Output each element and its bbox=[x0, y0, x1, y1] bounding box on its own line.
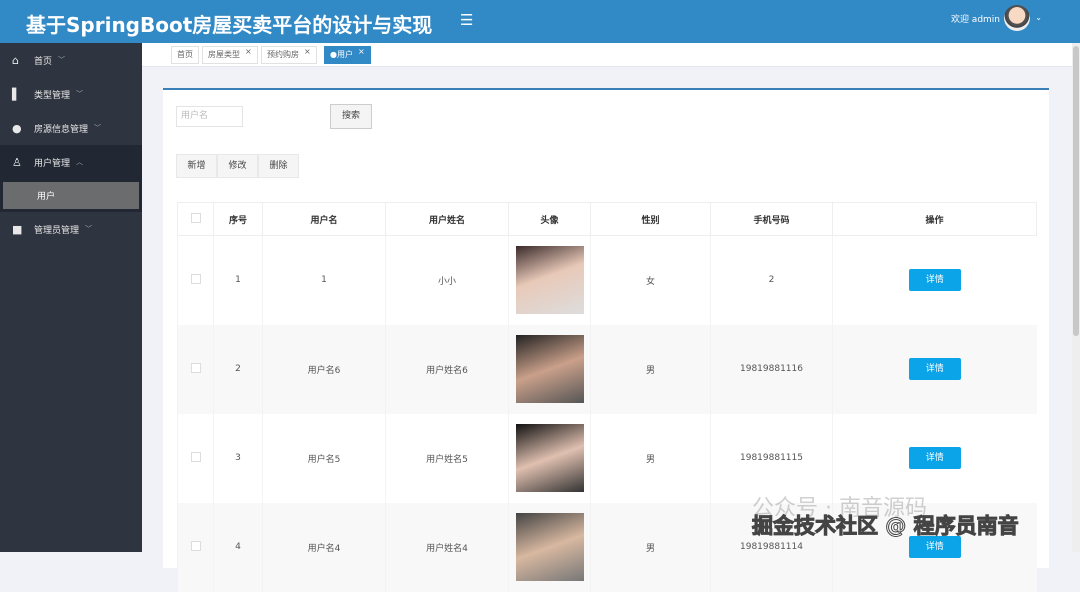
cell-gender: 男 bbox=[590, 413, 711, 503]
tab-house-type[interactable]: 房屋类型 × bbox=[202, 46, 258, 64]
watermark: 掘金技术社区 @ 程序员南音 bbox=[752, 514, 1020, 539]
col-header: 用户名 bbox=[262, 202, 386, 236]
tab-bar: 首页 房屋类型 × 预约购房 × ●用户 × bbox=[142, 43, 1080, 67]
sidebar-item-label: 管理员管理 bbox=[34, 225, 80, 236]
menu-toggle-icon[interactable]: ☰ bbox=[460, 11, 473, 29]
col-header: 序号 bbox=[213, 202, 263, 236]
close-icon[interactable]: × bbox=[304, 47, 311, 56]
sidebar-item-label: 首页 bbox=[34, 56, 53, 67]
sidebar-subitem-user[interactable]: 用户 bbox=[3, 182, 139, 209]
col-header: 用户姓名 bbox=[385, 202, 509, 236]
sidebar-item-label: 类型管理 bbox=[34, 90, 71, 101]
close-icon[interactable]: × bbox=[245, 47, 252, 56]
chevron-down-icon: ﹀ bbox=[58, 56, 66, 64]
scrollbar[interactable] bbox=[1072, 43, 1080, 552]
sidebar-item-label: 用户管理 bbox=[34, 158, 71, 169]
admin-icon: ■ bbox=[12, 222, 23, 236]
table-row: 1 1 小小 女 2 详情 bbox=[177, 235, 1037, 325]
cell-name: 用户姓名6 bbox=[385, 324, 509, 414]
tab-label: ●用户 bbox=[330, 50, 353, 59]
cell-gender: 男 bbox=[590, 502, 711, 592]
sidebar-item-user[interactable]: ♙ 用户管理 ︿ bbox=[0, 145, 142, 179]
edit-button[interactable]: 修改 bbox=[217, 154, 258, 178]
sidebar-item-admin[interactable]: ■ 管理员管理 ﹀ bbox=[0, 212, 142, 246]
detail-button[interactable]: 详情 bbox=[908, 269, 961, 292]
col-header: 操作 bbox=[832, 202, 1037, 236]
cell-phone: 19819881116 bbox=[710, 324, 833, 414]
avatar-image bbox=[515, 246, 584, 315]
app-header: 基于SpringBoot房屋买卖平台的设计与实现 ☰ 欢迎 admin ⌄ bbox=[0, 0, 1080, 43]
sidebar: ⌂ 首页 ﹀ ▌ 类型管理 ﹀ ● 房源信息管理 ﹀ ♙ 用户管理 ︿ 用户 ■ 管理员管理 ﹀ bbox=[0, 43, 142, 552]
tab-label: 房屋类型 bbox=[208, 50, 240, 59]
cell-no: 4 bbox=[213, 502, 263, 592]
avatar-image bbox=[515, 513, 584, 581]
detail-button[interactable]: 详情 bbox=[908, 358, 961, 380]
cell-username: 用户名6 bbox=[262, 324, 386, 414]
cell-phone: 2 bbox=[710, 235, 833, 325]
chevron-down-icon: ﹀ bbox=[94, 124, 102, 132]
cell-no: 2 bbox=[213, 324, 263, 414]
sidebar-item-type[interactable]: ▌ 类型管理 ﹀ bbox=[0, 77, 142, 111]
user-avatar[interactable] bbox=[1004, 5, 1030, 31]
table-row: 2 用户名6 用户姓名6 男 19819881116 详情 bbox=[177, 324, 1037, 414]
avatar-image bbox=[515, 335, 584, 403]
detail-button[interactable]: 详情 bbox=[908, 447, 961, 469]
chevron-up-icon: ︿ bbox=[76, 158, 84, 166]
tab-label: 首页 bbox=[177, 50, 193, 59]
cell-username: 1 bbox=[262, 235, 386, 325]
avatar-image bbox=[515, 424, 584, 492]
row-checkbox[interactable] bbox=[190, 362, 201, 373]
user-icon: ♙ bbox=[12, 155, 22, 169]
compass-icon: ● bbox=[12, 121, 22, 135]
tab-label: 预约购房 bbox=[267, 50, 299, 59]
tab-user[interactable]: ●用户 × bbox=[324, 46, 371, 64]
scrollbar-thumb[interactable] bbox=[1073, 46, 1079, 336]
select-all-checkbox[interactable] bbox=[190, 212, 201, 223]
home-icon: ⌂ bbox=[12, 53, 19, 67]
row-checkbox[interactable] bbox=[190, 540, 201, 551]
row-checkbox[interactable] bbox=[190, 273, 201, 284]
col-header: 头像 bbox=[508, 202, 591, 236]
sidebar-item-label: 房源信息管理 bbox=[34, 124, 89, 135]
chevron-down-icon[interactable]: ⌄ bbox=[1035, 13, 1042, 22]
tab-home[interactable]: 首页 bbox=[171, 46, 199, 64]
add-button[interactable]: 新增 bbox=[176, 154, 217, 178]
cell-no: 3 bbox=[213, 413, 263, 503]
app-title: 基于SpringBoot房屋买卖平台的设计与实现 bbox=[26, 13, 433, 37]
chevron-down-icon: ﹀ bbox=[85, 225, 93, 233]
tab-appointment[interactable]: 预约购房 × bbox=[261, 46, 317, 64]
sidebar-item-house[interactable]: ● 房源信息管理 ﹀ bbox=[0, 111, 142, 145]
delete-button[interactable]: 删除 bbox=[258, 154, 299, 178]
cell-gender: 女 bbox=[590, 235, 711, 325]
cell-gender: 男 bbox=[590, 324, 711, 414]
cell-username: 用户名5 bbox=[262, 413, 386, 503]
cell-name: 小小 bbox=[385, 235, 509, 325]
cell-no: 1 bbox=[213, 235, 263, 325]
col-header: 手机号码 bbox=[710, 202, 833, 236]
cell-name: 用户姓名5 bbox=[385, 413, 509, 503]
row-checkbox[interactable] bbox=[190, 451, 201, 462]
close-icon[interactable]: × bbox=[358, 47, 365, 56]
username-search-input[interactable]: 用户名 bbox=[176, 106, 243, 127]
cell-name: 用户姓名4 bbox=[385, 502, 509, 592]
chevron-down-icon: ﹀ bbox=[76, 90, 84, 98]
sidebar-item-home[interactable]: ⌂ 首页 ﹀ bbox=[0, 43, 142, 77]
cell-username: 用户名4 bbox=[262, 502, 386, 592]
welcome-text: 欢迎 admin bbox=[950, 15, 1000, 25]
col-header: 性别 bbox=[590, 202, 711, 236]
search-button[interactable]: 搜索 bbox=[330, 104, 372, 129]
panel-icon: ▌ bbox=[12, 87, 21, 101]
